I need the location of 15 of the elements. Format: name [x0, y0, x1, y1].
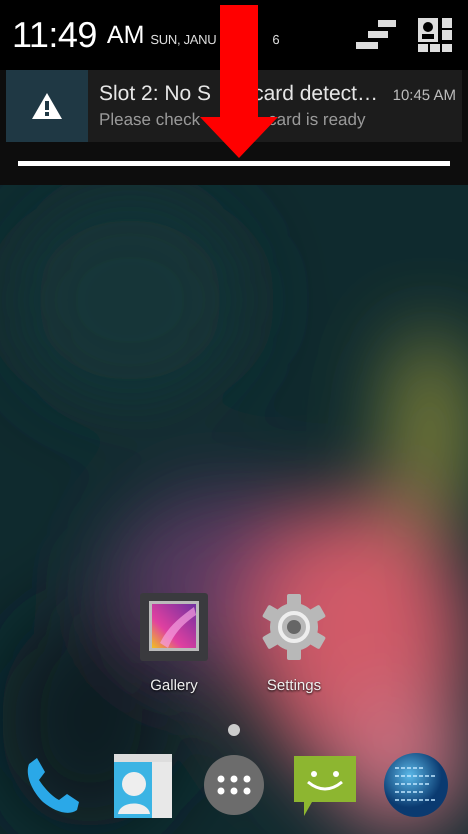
warning-icon	[32, 93, 62, 119]
user-icon[interactable]	[418, 18, 452, 52]
gallery-icon[interactable]	[140, 593, 208, 661]
date-text: 6	[272, 32, 280, 46]
quick-settings-icon[interactable]	[356, 20, 396, 50]
date-text: SUN, JANU	[150, 32, 216, 46]
notification-text: Please check	[99, 110, 200, 130]
clock-time: 11:49	[12, 14, 97, 56]
gear-icon[interactable]	[260, 593, 328, 661]
clock-am-pm: AM	[106, 20, 144, 50]
notification-time: 10:45 AM	[392, 87, 457, 104]
app-label: Settings	[266, 677, 322, 694]
app-label: Gallery	[150, 677, 198, 694]
notification-title: Slot 2: No S	[99, 82, 212, 106]
drag-handle[interactable]	[18, 161, 450, 166]
